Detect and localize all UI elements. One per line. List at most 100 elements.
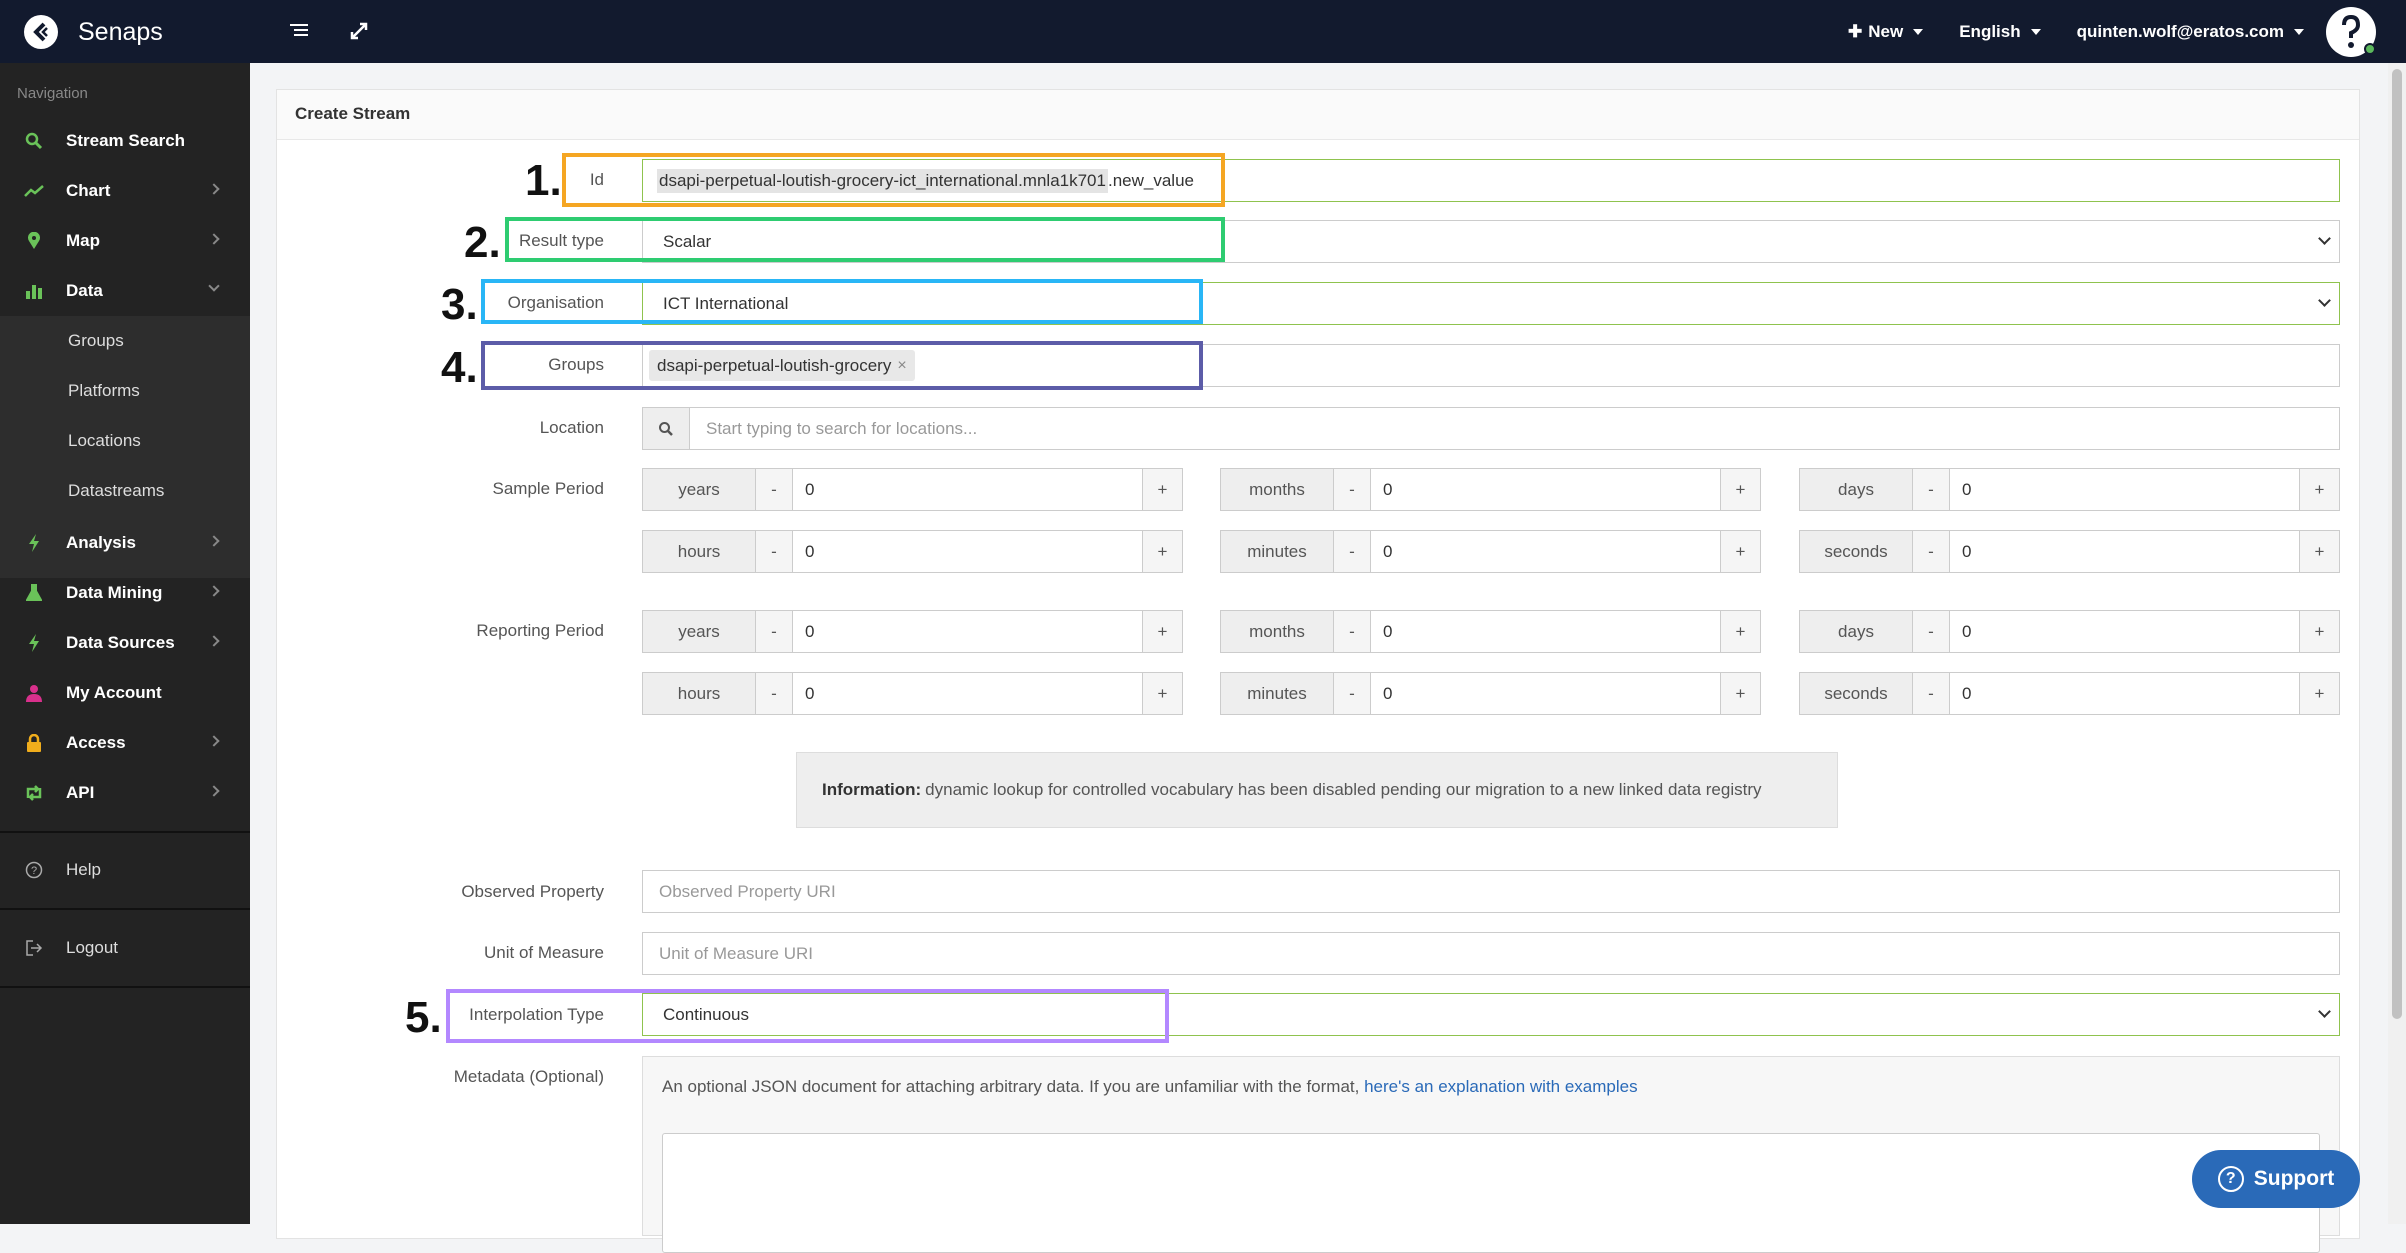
sidebar-item-logout[interactable]: Logout xyxy=(0,923,250,973)
search-icon xyxy=(24,131,44,151)
sidebar-item-my-account[interactable]: My Account xyxy=(0,668,250,718)
reporting-hours-stepper[interactable]: hours - 0 + xyxy=(642,672,1183,715)
increment-button[interactable]: + xyxy=(2299,611,2339,652)
decrement-button[interactable]: - xyxy=(756,531,793,572)
sidebar-item-data[interactable]: Data xyxy=(0,266,250,316)
help-circle-icon: ? xyxy=(24,860,44,880)
plus-icon: ✚ xyxy=(1848,21,1863,41)
chevron-down-icon xyxy=(2318,1005,2331,1018)
decrement-button[interactable]: - xyxy=(1334,611,1371,652)
sidebar-item-map[interactable]: Map xyxy=(0,216,250,266)
increment-button[interactable]: + xyxy=(1142,611,1182,652)
decrement-button[interactable]: - xyxy=(1913,673,1950,714)
plug-bolt-icon xyxy=(24,633,44,653)
decrement-button[interactable]: - xyxy=(756,673,793,714)
reporting-years-stepper[interactable]: years - 0 + xyxy=(642,610,1183,653)
decrement-button[interactable]: - xyxy=(1913,611,1950,652)
support-button[interactable]: ? Support xyxy=(2192,1150,2360,1208)
sidebar-item-data-mining[interactable]: Data Mining xyxy=(0,568,250,618)
top-bar: Senaps ✚ New English quinten.wolf@eratos… xyxy=(0,0,2406,63)
annotation-box-5 xyxy=(446,989,1169,1043)
increment-button[interactable]: + xyxy=(2299,531,2339,572)
online-status-icon xyxy=(2364,42,2376,55)
brand[interactable]: Senaps xyxy=(24,14,163,50)
sidebar-item-access[interactable]: Access xyxy=(0,718,250,768)
map-marker-icon xyxy=(24,231,44,251)
sign-out-icon xyxy=(24,938,44,958)
sidebar-item-locations[interactable]: Locations xyxy=(0,416,250,466)
svg-text:?: ? xyxy=(31,865,37,877)
sidebar-divider xyxy=(0,908,250,910)
reporting-minutes-stepper[interactable]: minutes - 0 + xyxy=(1220,672,1761,715)
annotation-number-3: 3. xyxy=(441,280,478,329)
reporting-period-label: Reporting Period xyxy=(476,621,604,640)
sample-minutes-stepper[interactable]: minutes - 0 + xyxy=(1220,530,1761,573)
reporting-seconds-stepper[interactable]: seconds - 0 + xyxy=(1799,672,2340,715)
decrement-button[interactable]: - xyxy=(756,469,793,510)
sample-years-stepper[interactable]: years - 0 + xyxy=(642,468,1183,511)
sidebar-divider xyxy=(0,986,250,988)
unit-of-measure-input[interactable]: Unit of Measure URI xyxy=(642,932,2340,975)
reporting-months-stepper[interactable]: months - 0 + xyxy=(1220,610,1761,653)
sidebar-item-datastreams[interactable]: Datastreams xyxy=(0,466,250,516)
increment-button[interactable]: + xyxy=(1142,673,1182,714)
sample-hours-stepper[interactable]: hours - 0 + xyxy=(642,530,1183,573)
increment-button[interactable]: + xyxy=(1720,611,1760,652)
increment-button[interactable]: + xyxy=(1720,469,1760,510)
observed-property-label: Observed Property xyxy=(461,882,604,901)
info-alert: Information: dynamic lookup for controlle… xyxy=(796,752,1838,828)
decrement-button[interactable]: - xyxy=(1334,531,1371,572)
new-menu[interactable]: ✚ New xyxy=(1848,21,1924,42)
decrement-button[interactable]: - xyxy=(1334,469,1371,510)
avatar[interactable] xyxy=(2326,6,2376,57)
sidebar-divider xyxy=(0,831,250,833)
decrement-button[interactable]: - xyxy=(1334,673,1371,714)
increment-button[interactable]: + xyxy=(2299,469,2339,510)
reporting-days-stepper[interactable]: days - 0 + xyxy=(1799,610,2340,653)
metadata-help-link[interactable]: here's an explanation with examples xyxy=(1364,1077,1638,1096)
sidebar-item-chart[interactable]: Chart xyxy=(0,166,250,216)
lock-icon xyxy=(24,733,44,753)
sample-period-label: Sample Period xyxy=(492,479,604,498)
sidebar-item-analysis[interactable]: Analysis xyxy=(0,518,250,568)
increment-button[interactable]: + xyxy=(1142,531,1182,572)
help-circle-icon: ? xyxy=(2217,1166,2244,1192)
sidebar-item-data-sources[interactable]: Data Sources xyxy=(0,618,250,668)
location-placeholder: Start typing to search for locations... xyxy=(706,418,978,438)
sample-days-stepper[interactable]: days - 0 + xyxy=(1799,468,2340,511)
increment-button[interactable]: + xyxy=(2299,673,2339,714)
page-title: Create Stream xyxy=(295,104,411,123)
sidebar: Navigation Stream Search Chart Map Data … xyxy=(0,63,250,1224)
annotation-number-5: 5. xyxy=(405,993,442,1042)
annotation-box-4 xyxy=(481,341,1203,390)
observed-property-input[interactable]: Observed Property URI xyxy=(642,870,2340,913)
retweet-icon xyxy=(24,783,44,803)
list-toggle-icon[interactable] xyxy=(286,18,312,44)
line-chart-icon xyxy=(24,181,44,201)
sidebar-item-help[interactable]: ? Help xyxy=(0,845,250,895)
decrement-button[interactable]: - xyxy=(1913,469,1950,510)
increment-button[interactable]: + xyxy=(1720,673,1760,714)
metadata-textarea[interactable] xyxy=(662,1133,2320,1253)
sidebar-item-api[interactable]: API xyxy=(0,768,250,818)
decrement-button[interactable]: - xyxy=(1913,531,1950,572)
annotation-box-2 xyxy=(505,217,1225,262)
increment-button[interactable]: + xyxy=(1720,531,1760,572)
sidebar-item-groups[interactable]: Groups xyxy=(0,316,250,366)
metadata-label: Metadata (Optional) xyxy=(453,1067,604,1086)
user-menu[interactable]: quinten.wolf@eratos.com xyxy=(2077,22,2304,42)
location-search-field[interactable]: Start typing to search for locations... xyxy=(642,407,2340,450)
sample-seconds-stepper[interactable]: seconds - 0 + xyxy=(1799,530,2340,573)
annotation-box-3 xyxy=(481,279,1203,324)
language-menu[interactable]: English xyxy=(1959,22,2041,42)
expand-icon[interactable] xyxy=(346,18,372,44)
metadata-box: An optional JSON document for attaching … xyxy=(642,1056,2340,1253)
sidebar-item-platforms[interactable]: Platforms xyxy=(0,366,250,416)
bolt-icon xyxy=(24,533,44,553)
sample-months-stepper[interactable]: months - 0 + xyxy=(1220,468,1761,511)
scrollbar[interactable] xyxy=(2388,63,2406,1224)
annotation-number-4: 4. xyxy=(441,343,478,392)
increment-button[interactable]: + xyxy=(1142,469,1182,510)
decrement-button[interactable]: - xyxy=(756,611,793,652)
sidebar-item-stream-search[interactable]: Stream Search xyxy=(0,116,250,166)
